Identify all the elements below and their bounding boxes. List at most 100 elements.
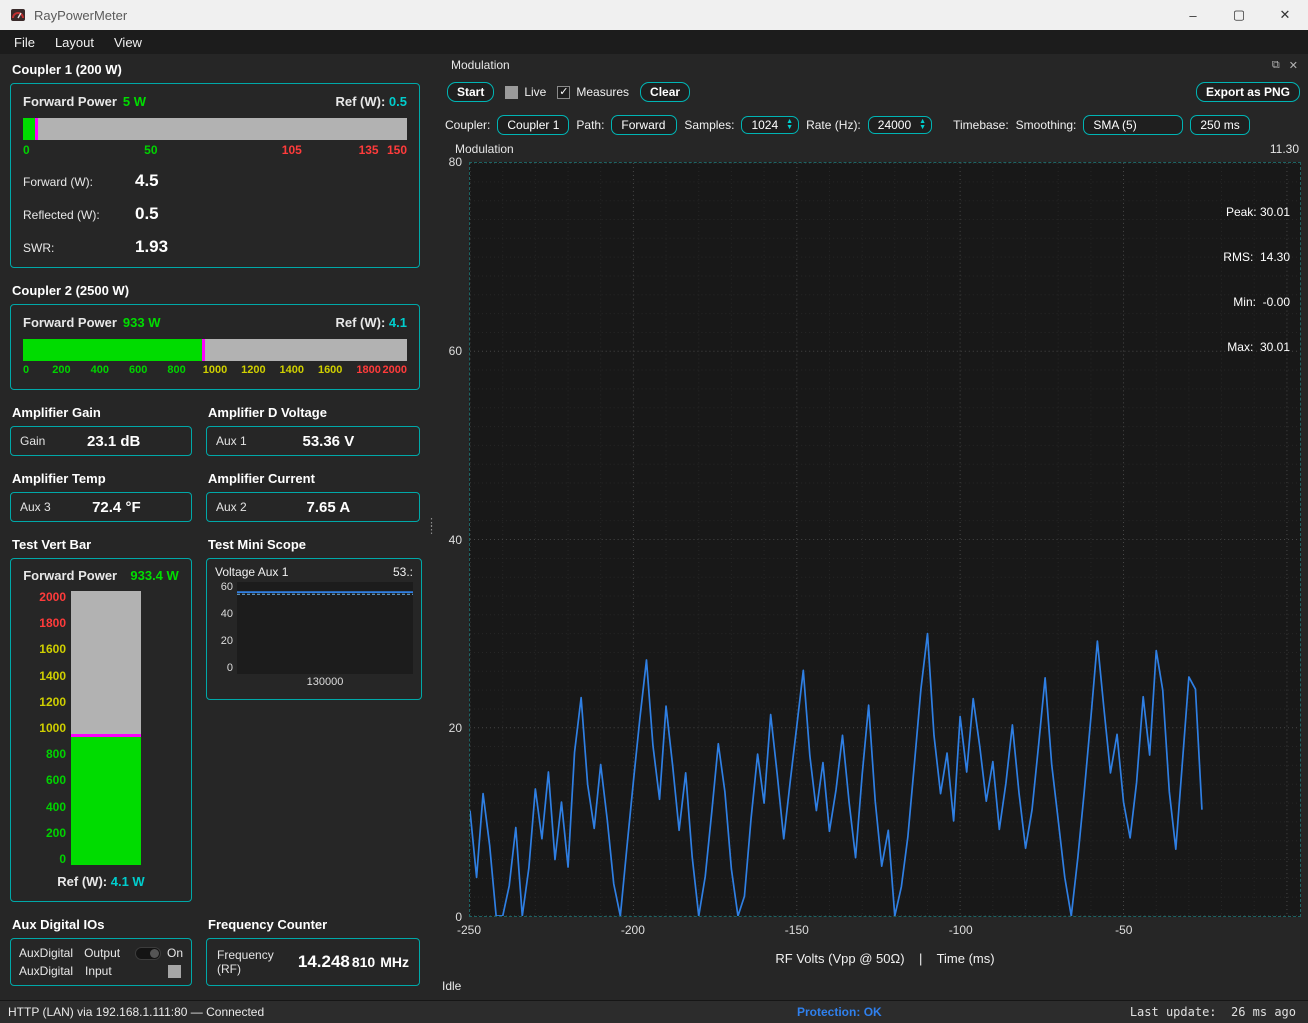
coupler1-ref-label: Ref (W):	[335, 94, 385, 109]
scale-tick: 400	[25, 801, 66, 813]
forward-w-value: 4.5	[135, 171, 159, 191]
axis-tick: -250	[457, 923, 481, 937]
minimize-button[interactable]: –	[1170, 0, 1216, 30]
path-label: Path:	[576, 118, 604, 132]
menu-view[interactable]: View	[104, 32, 152, 53]
vertbar-header: Test Vert Bar	[12, 537, 192, 552]
spin-down-icon[interactable]: ▼	[786, 125, 793, 131]
axis-tick: -100	[949, 923, 973, 937]
window-controls: – ▢ ✕	[1170, 0, 1308, 30]
axis-tick: 20	[449, 721, 462, 735]
amp-gain-box: Gain 23.1 dB	[10, 426, 192, 456]
checkmark-icon: ✓	[557, 86, 570, 99]
scale-tick: 600	[25, 774, 66, 786]
app-window: RayPowerMeter – ▢ ✕ File Layout View Cou…	[0, 0, 1308, 1023]
miniscope-title: Voltage Aux 1	[215, 565, 288, 579]
protection-value: OK	[864, 1005, 882, 1019]
panel-splitter[interactable]: ⋮⋮	[426, 54, 437, 1000]
chart-x-axis: -250 -200 -150 -100 -50	[469, 923, 1301, 937]
miniscope-value: 53.:	[393, 565, 413, 579]
gain-value: 23.1 dB	[45, 433, 182, 450]
start-button[interactable]: Start	[447, 82, 494, 102]
modulation-plot	[470, 163, 1300, 916]
samples-value: 1024	[751, 118, 778, 132]
scale-tick: 200	[52, 364, 70, 376]
amp-temp-header: Amplifier Temp	[12, 471, 192, 486]
amp-temp-box: Aux 3 72.4 °F	[10, 492, 192, 522]
maximize-button[interactable]: ▢	[1216, 0, 1262, 30]
temp-label: Aux 3	[20, 500, 51, 514]
chart-current-value: 11.30	[1270, 142, 1301, 158]
coupler2-gauge	[23, 339, 407, 361]
scale-tick: 1400	[25, 670, 66, 682]
vertbar-gauge-fill	[71, 737, 141, 865]
measures-checkbox[interactable]: ✓ Measures	[557, 85, 629, 99]
dvolt-value: 53.36 V	[247, 433, 410, 450]
dock-close-icon[interactable]: ✕	[1289, 59, 1298, 72]
coupler2-panel: Forward Power 933 W Ref (W): 4.1 0 200 4…	[10, 304, 420, 390]
coupler2-gauge-marker	[202, 339, 205, 361]
close-button[interactable]: ✕	[1262, 0, 1308, 30]
auxio-dir: Input	[85, 964, 137, 978]
axis-tick: 80	[449, 155, 462, 169]
left-panel: Coupler 1 (200 W) Forward Power 5 W Ref …	[0, 54, 430, 1000]
output-state: On	[167, 946, 183, 960]
samples-spinbox[interactable]: 1024 ▲▼	[741, 116, 799, 134]
coupler1-panel: Forward Power 5 W Ref (W): 0.5 0 50 105	[10, 83, 420, 268]
spin-down-icon[interactable]: ▼	[919, 125, 926, 131]
dock-float-icon[interactable]: ⧉	[1272, 59, 1280, 72]
gain-label: Gain	[20, 434, 45, 448]
vertbar-ref-value: 4.1 W	[111, 874, 145, 889]
freq-value-main: 14.248	[298, 952, 350, 972]
titlebar: RayPowerMeter – ▢ ✕	[0, 0, 1308, 30]
reflected-w-label: Reflected (W):	[23, 208, 135, 222]
auxio-row-output: AuxDigital Output On	[19, 946, 183, 960]
path-select[interactable]: Forward	[611, 115, 677, 135]
coupler2-scale: 0 200 400 600 800 1000 1200 1400 1600 18…	[23, 364, 407, 379]
coupler-label: Coupler:	[445, 118, 490, 132]
menu-file[interactable]: File	[4, 32, 45, 53]
protection-status: Protection: OK	[797, 1005, 882, 1019]
freq-unit: MHz	[380, 954, 409, 970]
menu-layout[interactable]: Layout	[45, 32, 104, 53]
chart-title-row: Modulation 11.30	[455, 142, 1301, 158]
coupler-select[interactable]: Coupler 1	[497, 115, 569, 135]
scale-tick: 1400	[280, 364, 304, 376]
scale-tick: 1600	[318, 364, 342, 376]
scale-tick: 0	[23, 143, 30, 157]
auxio-header: Aux Digital IOs	[12, 917, 192, 932]
scale-tick: 1800	[356, 364, 380, 376]
scale-tick: 2000	[25, 591, 66, 603]
coupler1-ref-value: 0.5	[389, 94, 407, 109]
rate-label: Rate (Hz):	[806, 118, 861, 132]
coupler1-gauge-fill	[23, 118, 35, 140]
smoothing-select[interactable]: SMA (5)	[1083, 115, 1183, 135]
rate-spinbox[interactable]: 24000 ▲▼	[868, 116, 932, 134]
export-png-button[interactable]: Export as PNG	[1196, 82, 1300, 102]
output-toggle[interactable]	[135, 947, 161, 960]
coupler2-forward-value: 933 W	[123, 315, 161, 330]
scale-tick: 105	[282, 143, 302, 157]
vertbar-scale: 2000 1800 1600 1400 1200 1000 800 600 40…	[25, 591, 71, 865]
clear-button[interactable]: Clear	[640, 82, 690, 102]
freq-panel: Frequency (RF) 14.248 810 MHz	[206, 938, 420, 986]
toolbar-row1: Start Live ✓ Measures Clear Export as PN…	[437, 78, 1308, 106]
live-checkbox[interactable]: Live	[505, 85, 546, 99]
coupler2-ref-label: Ref (W):	[335, 315, 385, 330]
timebase-select[interactable]: 250 ms	[1190, 115, 1249, 135]
coupler1-gauge	[23, 118, 407, 140]
scale-tick: 1000	[25, 722, 66, 734]
miniscope-plot	[237, 582, 413, 674]
scale-tick: 1800	[25, 617, 66, 629]
current-value: 7.65 A	[247, 499, 410, 516]
menubar: File Layout View	[0, 30, 1308, 54]
stat-max: Max: 30.01	[1223, 340, 1290, 355]
axis-tick: 40	[215, 609, 233, 620]
auxio-name: AuxDigital	[19, 964, 85, 978]
stat-rms: RMS: 14.30	[1223, 250, 1290, 265]
scale-tick: 135	[359, 143, 379, 157]
auxio-dir: Output	[84, 946, 135, 960]
input-checkbox[interactable]	[168, 965, 181, 978]
chart-title: Modulation	[455, 142, 514, 158]
samples-label: Samples:	[684, 118, 734, 132]
